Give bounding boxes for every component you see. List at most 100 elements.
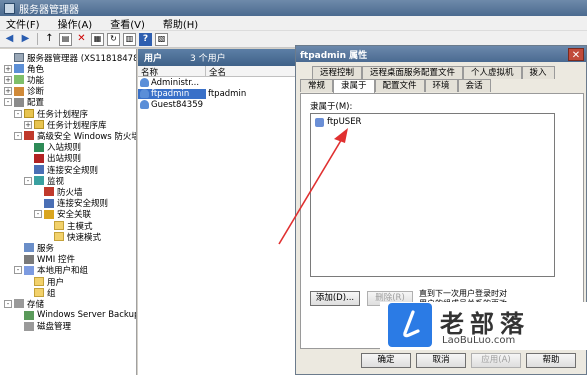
member-item[interactable]: ftpUSER bbox=[315, 117, 361, 127]
expand-toggle-icon[interactable]: + bbox=[24, 120, 32, 129]
user-row[interactable]: ftpadmin ftpadmin bbox=[138, 88, 295, 99]
users-list-header: 用户 3 个用户 bbox=[138, 49, 295, 66]
apply-button[interactable]: 应用(A) bbox=[471, 353, 521, 368]
up-folder-icon[interactable]: ↑ bbox=[43, 33, 56, 46]
folder-icon bbox=[54, 232, 64, 242]
tree-node-label: 服务器管理器 (XS11818478142) bbox=[27, 53, 137, 64]
out-icon bbox=[34, 153, 44, 163]
help-button[interactable]: 帮助 bbox=[526, 353, 576, 368]
tab-member-of[interactable]: 隶属于 bbox=[333, 79, 375, 93]
expand-toggle-icon[interactable]: + bbox=[4, 64, 12, 73]
help-icon[interactable]: ? bbox=[139, 32, 152, 46]
tree-spacer bbox=[14, 255, 22, 264]
tree-node-label: 防火墙 bbox=[57, 187, 83, 198]
tree-node[interactable]: - 高级安全 Windows 防火墙 bbox=[14, 130, 136, 142]
menu-file[interactable]: 文件(F) bbox=[6, 16, 40, 31]
tree-node[interactable]: 组 bbox=[24, 287, 56, 299]
column-fullname[interactable]: 全名 bbox=[206, 66, 294, 78]
tree-node[interactable]: + 任务计划程序库 bbox=[24, 119, 107, 131]
tab-profile[interactable]: 配置文件 bbox=[374, 79, 425, 92]
tree-node-label: WMI 控件 bbox=[37, 255, 75, 266]
tree-node[interactable]: 入站规则 bbox=[24, 142, 81, 153]
show-action-pane-icon[interactable]: ▧ bbox=[155, 32, 168, 46]
tree-node[interactable]: + 角色 bbox=[4, 63, 44, 75]
menu-help[interactable]: 帮助(H) bbox=[163, 16, 198, 31]
expand-toggle-icon[interactable]: - bbox=[14, 131, 22, 140]
export-list-icon[interactable]: ▥ bbox=[123, 32, 136, 46]
tab-personal-vm[interactable]: 个人虚拟机 bbox=[463, 66, 522, 79]
tree-spacer bbox=[14, 243, 22, 252]
tab-dial-in[interactable]: 拨入 bbox=[521, 66, 555, 79]
menu-action[interactable]: 操作(A) bbox=[58, 16, 93, 31]
user-icon bbox=[140, 89, 149, 98]
tree-node[interactable]: 出站规则 bbox=[24, 153, 81, 164]
tree-node-label: 任务计划程序库 bbox=[47, 120, 107, 131]
expand-toggle-icon[interactable]: - bbox=[14, 109, 22, 118]
expand-toggle-icon[interactable]: - bbox=[4, 98, 12, 107]
tree-node[interactable]: WMI 控件 bbox=[14, 254, 75, 265]
tree-node[interactable]: - 配置 bbox=[4, 97, 44, 108]
tree-spacer bbox=[14, 322, 22, 331]
expand-toggle-icon[interactable]: - bbox=[14, 266, 22, 275]
back-icon[interactable]: ◀ bbox=[3, 33, 16, 46]
tree-node[interactable]: 连接安全规则 bbox=[34, 198, 108, 209]
user-row[interactable]: Guest84359 bbox=[138, 99, 295, 110]
tree-node[interactable]: Windows Server Backup bbox=[14, 310, 136, 321]
cancel-button[interactable]: 取消 bbox=[416, 353, 466, 368]
wmi-icon bbox=[24, 254, 34, 264]
tree-node[interactable]: 快速模式 bbox=[44, 231, 102, 243]
users-panel-title: 用户 bbox=[144, 54, 163, 64]
column-headers: 名称 全名 bbox=[138, 66, 295, 78]
users-icon bbox=[24, 265, 34, 275]
forward-icon[interactable]: ▶ bbox=[19, 33, 32, 46]
tree-node[interactable]: + 功能 bbox=[4, 74, 45, 86]
column-name[interactable]: 名称 bbox=[138, 66, 206, 78]
expand-toggle-icon[interactable]: - bbox=[24, 176, 32, 185]
tree-node-label: 连接安全规则 bbox=[47, 165, 99, 176]
refresh-icon[interactable]: ↻ bbox=[107, 32, 120, 46]
expand-toggle-icon[interactable]: + bbox=[4, 87, 12, 96]
dialog-close-button[interactable]: ✕ bbox=[568, 47, 584, 61]
dialog-title: ftpadmin 属性 bbox=[300, 50, 368, 61]
tree-node[interactable]: - 本地用户和组 bbox=[14, 265, 88, 276]
tree-node[interactable]: 连接安全规则 bbox=[24, 164, 99, 176]
show-tree-icon[interactable]: ▤ bbox=[59, 32, 72, 46]
tab-remote-control[interactable]: 远程控制 bbox=[312, 66, 363, 79]
fw-icon bbox=[44, 187, 54, 197]
add-button[interactable]: 添加(D)... bbox=[310, 291, 360, 306]
tree-node-label: 快速模式 bbox=[67, 232, 102, 243]
menu-view[interactable]: 查看(V) bbox=[110, 16, 145, 31]
task-icon bbox=[34, 120, 44, 130]
tree-node[interactable]: - 存储 bbox=[4, 298, 44, 310]
tree-node[interactable]: 磁盘管理 bbox=[14, 321, 71, 332]
member-of-listbox[interactable]: ftpUSER bbox=[310, 113, 555, 277]
ok-button[interactable]: 确定 bbox=[361, 353, 411, 368]
delete-icon[interactable]: ✕ bbox=[75, 33, 88, 46]
expand-toggle-icon[interactable]: - bbox=[34, 210, 42, 219]
tree-spacer bbox=[24, 288, 32, 297]
member-of-label: 隶属于(M): bbox=[310, 102, 353, 112]
tree-node-label: 用户 bbox=[47, 277, 65, 288]
tab-general[interactable]: 常规 bbox=[300, 79, 334, 92]
tree-node[interactable]: 服务器管理器 (XS11818478142) bbox=[4, 52, 137, 64]
tree-node[interactable]: 防火墙 bbox=[34, 186, 83, 198]
tree-node[interactable]: 用户 bbox=[24, 276, 65, 288]
tree-node[interactable]: - 监视 bbox=[24, 175, 64, 187]
tree-node[interactable]: 主模式 bbox=[44, 220, 93, 232]
user-icon bbox=[140, 100, 149, 109]
tab-sessions[interactable]: 会话 bbox=[457, 79, 491, 92]
tree-node[interactable]: 服务 bbox=[14, 242, 54, 254]
tree-node-label: 功能 bbox=[27, 75, 45, 86]
tab-environment[interactable]: 环境 bbox=[424, 79, 458, 92]
folder-icon bbox=[34, 288, 44, 298]
tree-node[interactable]: - 安全关联 bbox=[34, 209, 91, 220]
tree-node[interactable]: + 诊断 bbox=[4, 86, 44, 97]
user-row[interactable]: Administr... bbox=[138, 77, 295, 88]
properties-icon[interactable]: ▦ bbox=[91, 32, 104, 46]
sec-icon bbox=[34, 165, 44, 174]
fw-icon bbox=[24, 131, 34, 141]
tab-rds-profile[interactable]: 远程桌面服务配置文件 bbox=[362, 66, 464, 79]
tree-node[interactable]: - 任务计划程序 bbox=[14, 108, 88, 120]
expand-toggle-icon[interactable]: - bbox=[4, 299, 12, 308]
expand-toggle-icon[interactable]: + bbox=[4, 75, 12, 84]
